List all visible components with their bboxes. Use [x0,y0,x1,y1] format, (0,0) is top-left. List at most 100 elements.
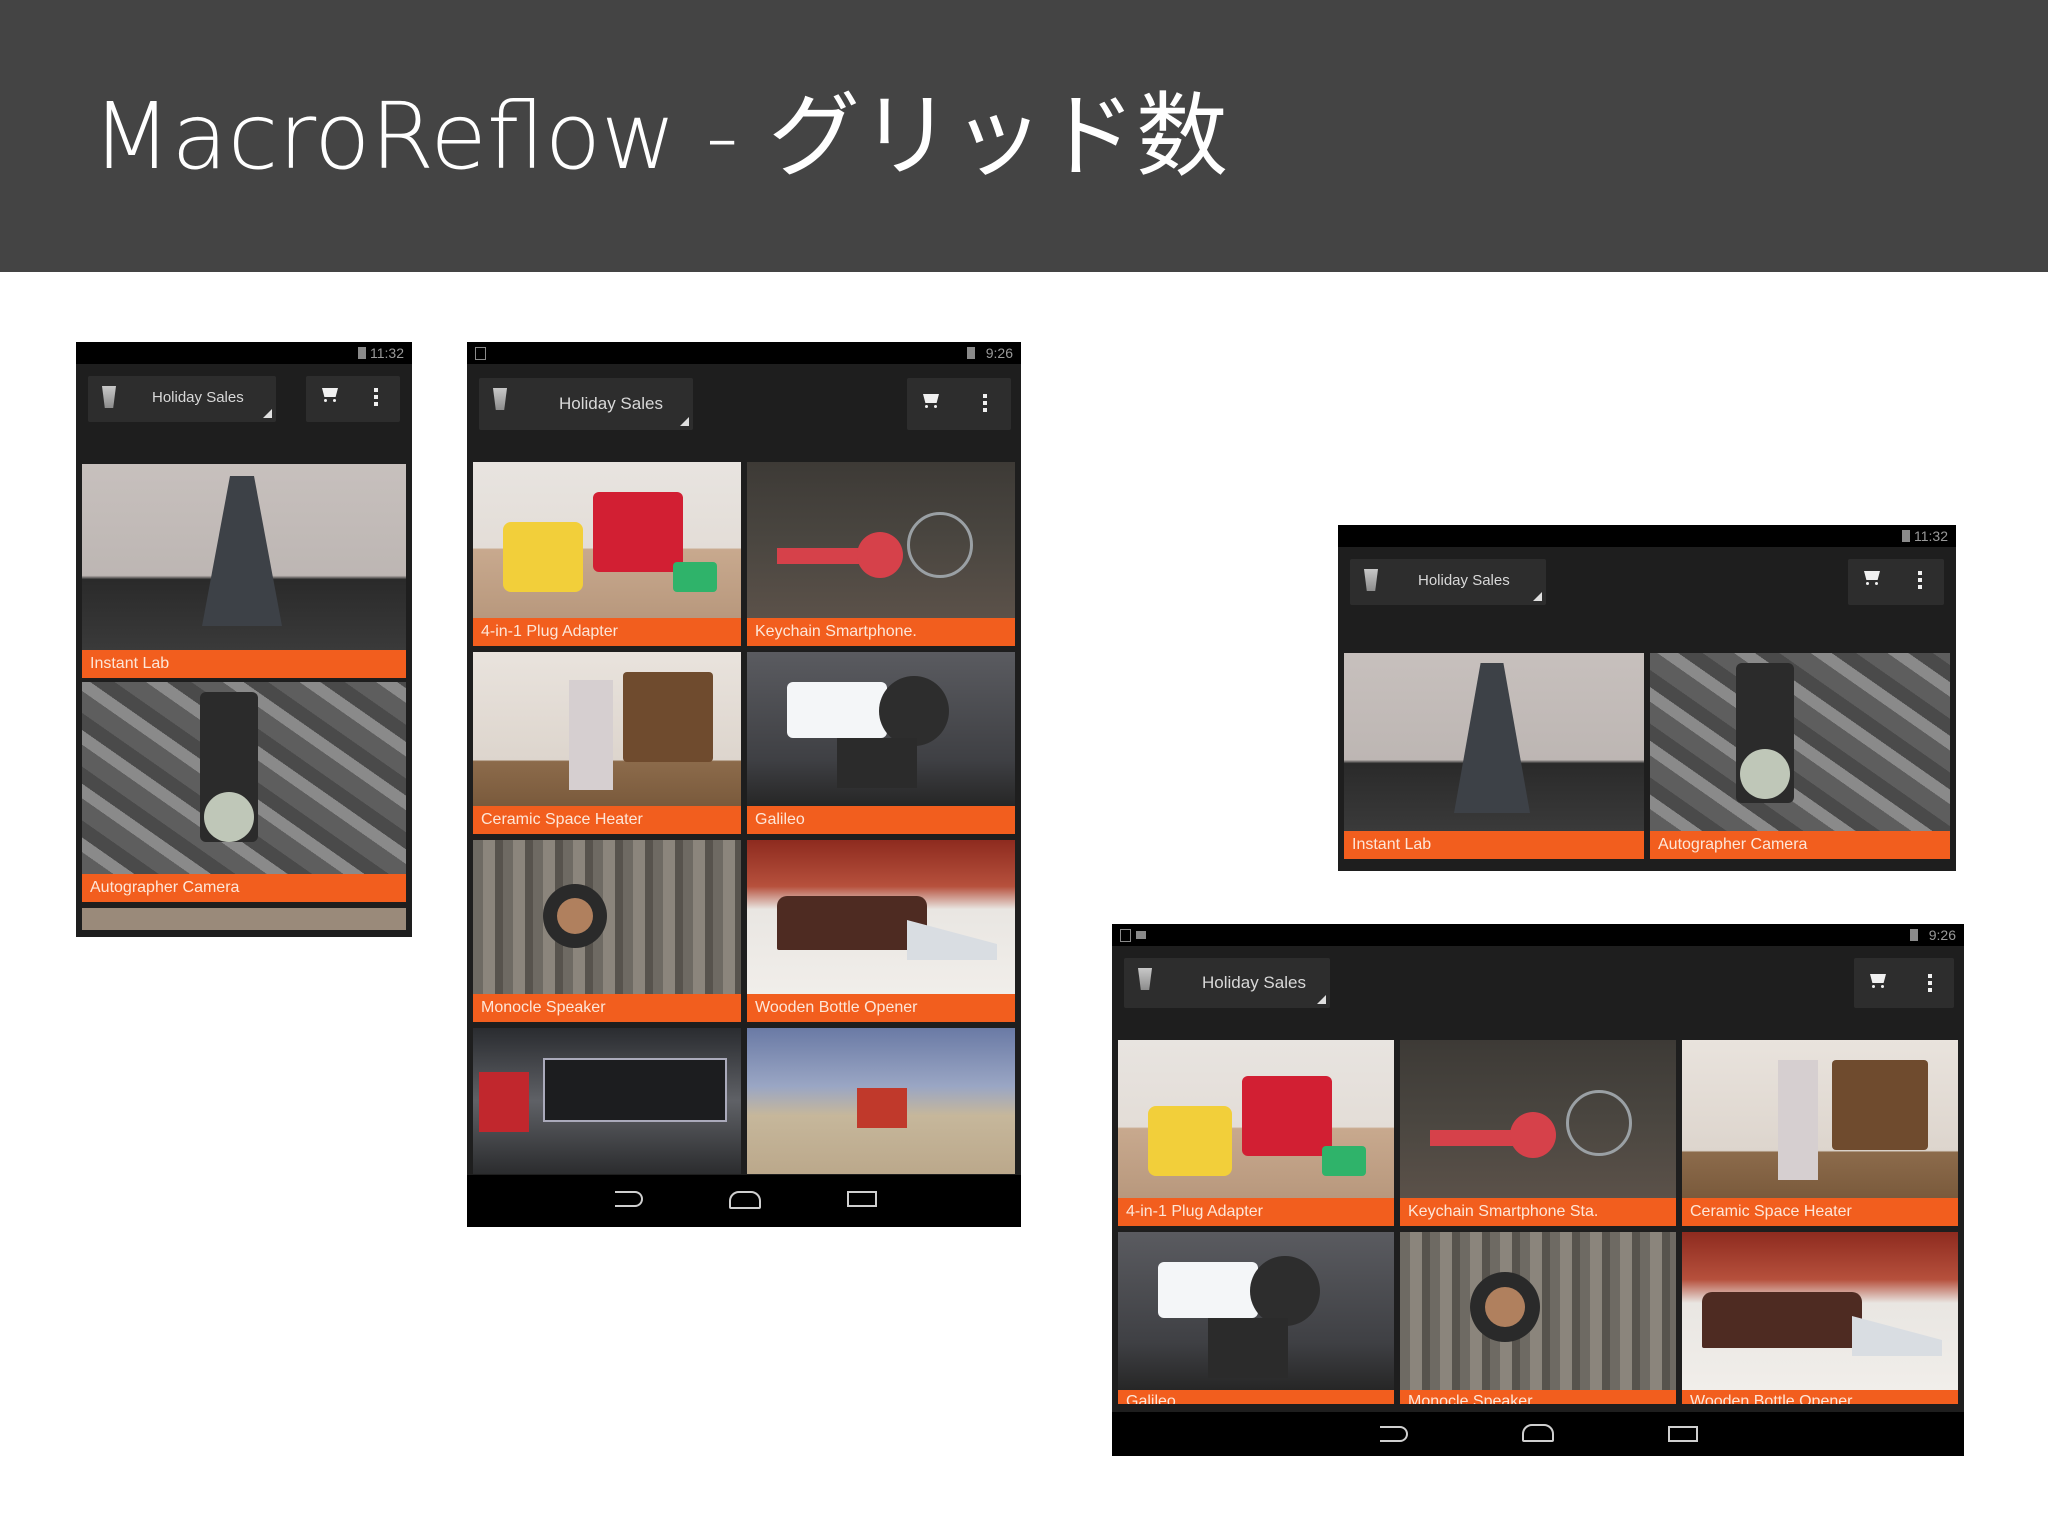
overflow-menu-icon[interactable] [983,392,987,414]
action-bar: Holiday Sales [467,366,1021,436]
status-bar: 9:26 [467,342,1021,364]
phone-portrait-screenshot: 11:32 Holiday Sales Instant Lab Autograp… [76,342,412,937]
product-tile[interactable]: 4-in-1 Plug Adapter [1118,1040,1394,1226]
product-caption: Galileo [1118,1390,1394,1404]
shopping-bag-icon [493,388,507,410]
product-tile[interactable]: Monocle Speaker [1400,1232,1676,1404]
action-buttons [907,378,1011,430]
notification-icon [1120,929,1131,942]
product-photo [747,840,1015,994]
back-icon[interactable] [615,1191,643,1207]
battery-icon [358,347,366,359]
product-photo [1400,1232,1676,1390]
product-tile[interactable]: Instant Lab [82,464,406,678]
spinner-arrow-icon [1533,592,1542,601]
product-caption: Autographer Camera [1650,831,1950,859]
product-caption: Autographer Camera [82,874,406,902]
action-bar: Holiday Sales [1338,547,1956,617]
product-photo [747,462,1015,618]
status-time: 9:26 [985,345,1013,361]
product-grid: 4-in-1 Plug Adapter Keychain Smartphone … [1118,1040,1958,1404]
cart-icon[interactable] [320,388,340,402]
product-caption: Instant Lab [1344,831,1644,859]
product-caption: Galileo [747,806,1015,834]
battery-icon [1902,530,1910,542]
home-icon[interactable] [729,1191,761,1209]
spinner-label: Holiday Sales [1202,973,1306,992]
recents-icon[interactable] [1668,1426,1698,1442]
product-photo [1682,1232,1958,1390]
product-caption: Wooden Bottle Opener [747,994,1015,1022]
product-photo [747,1028,1015,1174]
back-icon[interactable] [1380,1426,1408,1442]
product-caption: Monocle Speaker [473,994,741,1022]
overflow-menu-icon[interactable] [374,386,378,408]
shopping-bag-icon [1364,569,1378,591]
product-photo [1118,1040,1394,1198]
spinner-label: Holiday Sales [559,394,663,413]
spinner-label: Holiday Sales [152,389,244,406]
product-grid: 4-in-1 Plug Adapter Keychain Smartphone.… [473,462,1015,1174]
product-tile[interactable]: 4-in-1 Plug Adapter [473,462,741,646]
spinner-arrow-icon [680,417,689,426]
shopping-bag-icon [1138,968,1152,990]
product-tile-partial[interactable] [82,908,406,930]
cart-icon[interactable] [1862,571,1882,585]
product-tile[interactable]: Ceramic Space Heater [473,652,741,834]
product-tile[interactable] [747,1028,1015,1174]
product-photo [1682,1040,1958,1198]
product-photo [473,840,741,994]
action-buttons [1848,559,1944,605]
product-tile[interactable]: Galileo [1118,1232,1394,1404]
product-photo [747,652,1015,806]
cart-icon[interactable] [921,394,941,408]
product-photo [1400,1040,1676,1198]
category-spinner[interactable]: Holiday Sales [1350,559,1546,605]
product-tile[interactable]: Ceramic Space Heater [1682,1040,1958,1226]
spinner-label: Holiday Sales [1418,572,1510,589]
category-spinner[interactable]: Holiday Sales [1124,958,1330,1008]
spinner-arrow-icon [1317,995,1326,1004]
product-caption: Ceramic Space Heater [473,806,741,834]
status-bar: 11:32 [1338,525,1956,547]
product-tile[interactable] [473,1028,741,1174]
status-time: 11:32 [1914,528,1948,544]
navigation-bar [467,1175,1021,1227]
product-tile[interactable]: Monocle Speaker [473,840,741,1022]
product-photo [1650,653,1950,831]
product-photo [473,1028,741,1174]
product-tile[interactable]: Instant Lab [1344,653,1644,859]
tablet-landscape-screenshot: 9:26 Holiday Sales 4-in-1 Plug Adapter K… [1112,924,1964,1456]
product-tile[interactable]: Wooden Bottle Opener [747,840,1015,1022]
overflow-menu-icon[interactable] [1928,972,1932,994]
tablet-portrait-screenshot: 9:26 Holiday Sales 4-in-1 Plug Adapter K… [467,342,1021,1227]
cart-icon[interactable] [1868,974,1888,988]
product-caption: 4-in-1 Plug Adapter [473,618,741,646]
product-caption: Keychain Smartphone Sta. [1400,1198,1676,1226]
category-spinner[interactable]: Holiday Sales [479,378,693,430]
category-spinner[interactable]: Holiday Sales [88,376,276,422]
status-bar: 9:26 [1112,924,1964,946]
product-tile[interactable]: Galileo [747,652,1015,834]
slide-header: MacroReflow - グリッド数 [0,0,2048,272]
product-photo [1344,653,1644,831]
product-tile[interactable]: Autographer Camera [1650,653,1950,859]
product-tile[interactable]: Keychain Smartphone Sta. [1400,1040,1676,1226]
product-caption: Ceramic Space Heater [1682,1198,1958,1226]
product-tile[interactable]: Wooden Bottle Opener [1682,1232,1958,1404]
recents-icon[interactable] [847,1191,877,1207]
status-time: 11:32 [370,345,404,361]
slide-title: MacroReflow - グリッド数 [92,83,1228,190]
notification-icon [475,347,486,360]
action-buttons [306,376,400,422]
product-caption: Monocle Speaker [1400,1390,1676,1404]
product-photo [473,462,741,618]
overflow-menu-icon[interactable] [1918,569,1922,591]
product-photo [1118,1232,1394,1390]
screenshot-icon [1136,931,1146,939]
action-bar: Holiday Sales [76,364,412,434]
product-photo [82,682,406,874]
product-tile[interactable]: Keychain Smartphone. [747,462,1015,646]
home-icon[interactable] [1522,1424,1554,1442]
product-tile[interactable]: Autographer Camera [82,682,406,902]
